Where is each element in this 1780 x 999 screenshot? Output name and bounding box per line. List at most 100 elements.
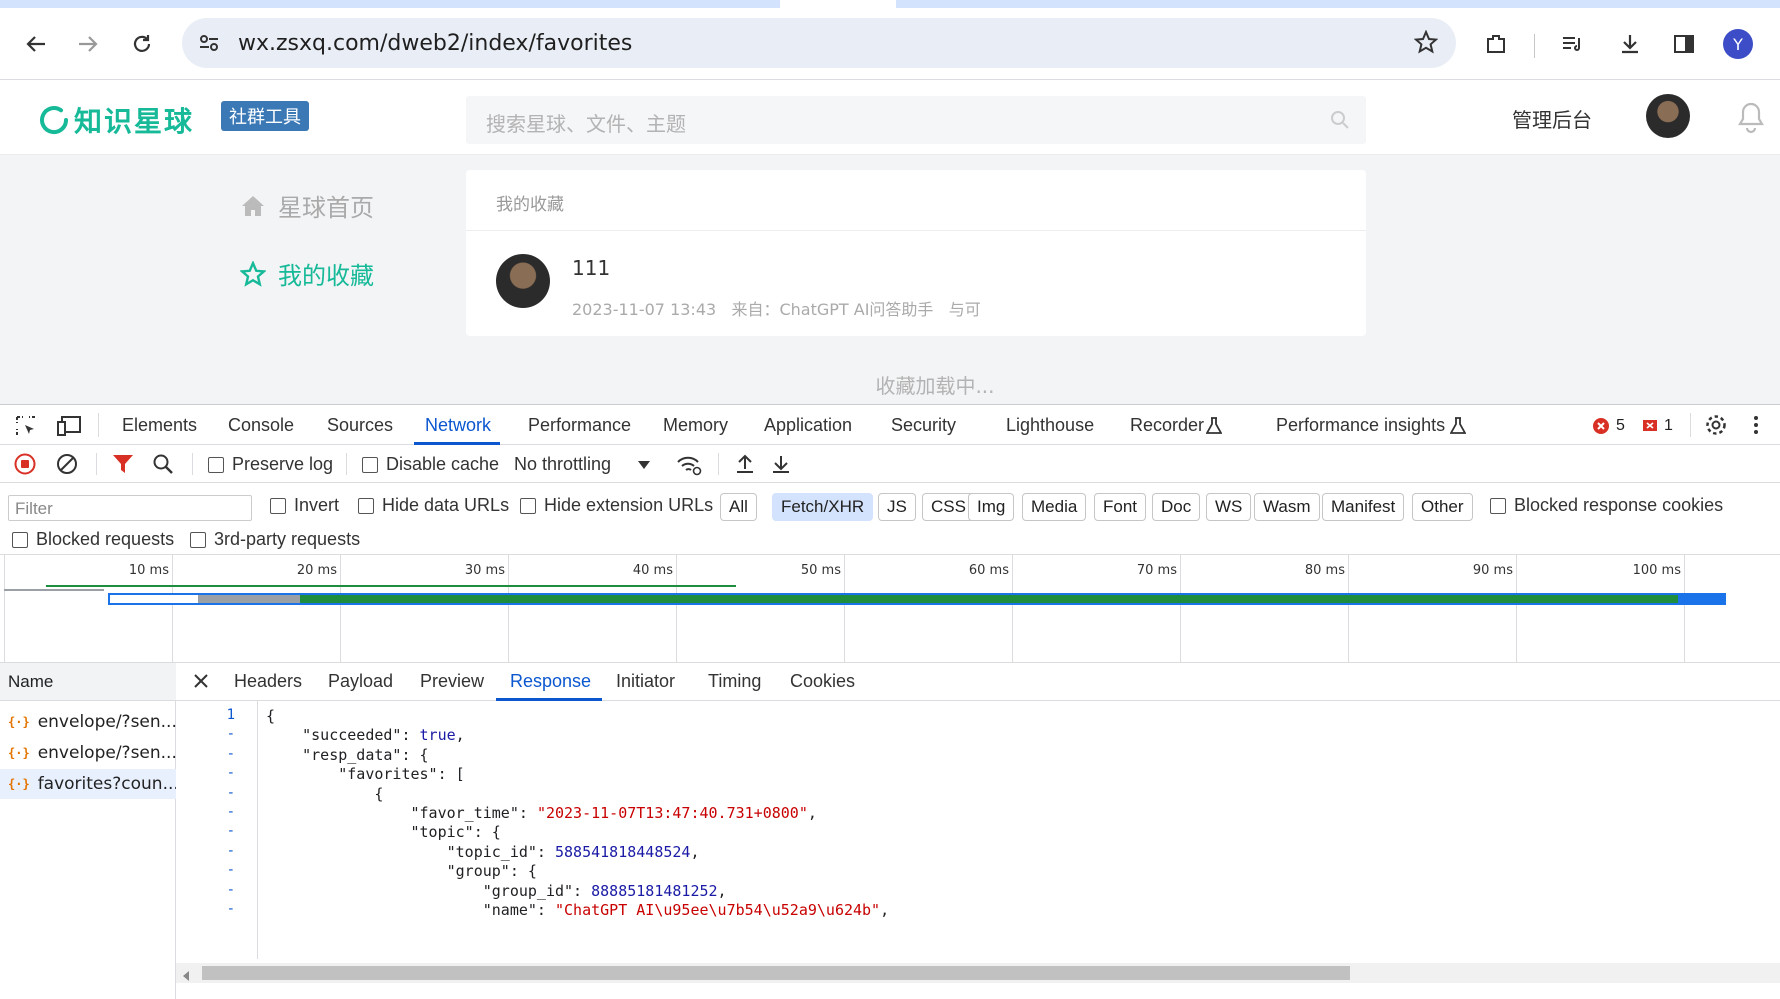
chip-ws[interactable]: WS [1206, 493, 1252, 521]
chip-media[interactable]: Media [1022, 493, 1087, 521]
code-line: "resp_data": { [266, 745, 429, 764]
clear-log-icon[interactable] [56, 453, 78, 480]
network-conditions-icon[interactable] [676, 454, 702, 481]
line-number: - [226, 745, 235, 762]
search-icon[interactable] [152, 453, 174, 480]
filter-input[interactable]: Filter [8, 495, 252, 521]
chip-js[interactable]: JS [878, 493, 916, 521]
tab-security[interactable]: Security [891, 415, 956, 436]
settings-gear-icon[interactable] [1704, 413, 1728, 442]
chip-img[interactable]: Img [968, 493, 1015, 521]
tab-console[interactable]: Console [228, 415, 294, 436]
side-panel-icon[interactable] [1666, 26, 1702, 62]
chip-font[interactable]: Font [1094, 493, 1147, 521]
request-row-selected[interactable]: {·} favorites?coun... [0, 769, 176, 799]
favorite-author[interactable]: 与可 [949, 300, 981, 319]
invert-checkbox[interactable]: Invert [270, 495, 339, 516]
import-har-icon[interactable] [734, 453, 756, 480]
code-line: "group_id": 88885181481252, [266, 881, 727, 900]
more-options-icon[interactable] [1752, 413, 1760, 442]
line-number: - [226, 804, 235, 820]
name-column-header[interactable]: Name [0, 663, 176, 701]
bookmark-star-icon[interactable] [1413, 29, 1439, 58]
address-bar[interactable]: wx.zsxq.com/dweb2/index/favorites [182, 18, 1456, 68]
line-number: - [226, 842, 235, 859]
tab-payload[interactable]: Payload [328, 671, 393, 692]
network-toolbar: Preserve log Disable cache No throttling [0, 445, 1780, 483]
chip-wasm[interactable]: Wasm [1254, 493, 1320, 521]
logo-icon[interactable] [38, 104, 70, 140]
close-icon[interactable] [192, 672, 210, 695]
tab-preview[interactable]: Preview [420, 671, 484, 692]
site-search-input[interactable]: 搜索星球、文件、主题 [466, 96, 1366, 144]
third-party-requests-checkbox[interactable]: 3rd-party requests [190, 529, 360, 550]
tab-performance[interactable]: Performance [528, 415, 631, 436]
back-button[interactable] [16, 24, 56, 64]
user-avatar[interactable] [1646, 94, 1690, 138]
tab-application[interactable]: Application [764, 415, 852, 436]
extensions-icon[interactable] [1478, 26, 1514, 62]
response-body[interactable]: { "succeeded": true, "resp_data": { "fav… [266, 701, 1776, 959]
tab-initiator[interactable]: Initiator [616, 671, 675, 692]
reload-button[interactable] [122, 24, 162, 64]
tab-headers[interactable]: Headers [234, 671, 302, 692]
disable-cache-checkbox[interactable]: Disable cache [362, 454, 499, 475]
devtools-tab-bar: Elements Console Sources Network Perform… [0, 405, 1780, 445]
download-icon[interactable] [1612, 26, 1648, 62]
sidebar-item-favorites[interactable]: 我的收藏 [240, 256, 374, 291]
tab-network[interactable]: Network [425, 415, 491, 436]
blocked-requests-checkbox[interactable]: Blocked requests [12, 529, 174, 550]
author-avatar[interactable] [496, 254, 550, 308]
filter-funnel-icon[interactable] [112, 454, 134, 479]
site-logo[interactable]: 知识星球 [74, 100, 194, 140]
chip-other[interactable]: Other [1412, 493, 1473, 521]
device-toolbar-icon[interactable] [56, 414, 82, 443]
scrollbar-thumb[interactable] [202, 966, 1350, 980]
tab-response[interactable]: Response [510, 671, 591, 692]
request-row[interactable]: {·} envelope/?sen... [0, 738, 176, 768]
timeline-tick: 40 ms [633, 555, 677, 663]
issues-counter[interactable]: 1 [1642, 417, 1673, 435]
sidebar-item-home[interactable]: 星球首页 [240, 188, 374, 223]
error-counter[interactable]: 5 [1592, 417, 1625, 435]
tab-elements[interactable]: Elements [122, 415, 197, 436]
timeline-selection[interactable] [108, 593, 1726, 605]
admin-link[interactable]: 管理后台 [1512, 104, 1592, 133]
tab-recorder[interactable]: Recorder [1130, 415, 1204, 436]
notification-bell-icon[interactable] [1734, 98, 1768, 138]
tab-cookies[interactable]: Cookies [790, 671, 855, 692]
site-info-icon[interactable] [198, 32, 220, 58]
forward-button[interactable] [68, 24, 108, 64]
tab-timing[interactable]: Timing [708, 671, 761, 692]
throttling-select[interactable]: No throttling [514, 454, 651, 475]
horizontal-scrollbar[interactable] [176, 963, 1780, 983]
preserve-log-checkbox[interactable]: Preserve log [208, 454, 333, 475]
tab-memory[interactable]: Memory [663, 415, 728, 436]
favorite-title[interactable]: 111 [572, 256, 610, 280]
back-arrow-icon [26, 36, 45, 52]
xhr-icon: {·} [8, 746, 30, 760]
chip-fetch-xhr[interactable]: Fetch/XHR [772, 493, 874, 521]
record-stop-icon[interactable] [14, 453, 36, 480]
network-timeline-overview[interactable]: 10 ms 20 ms 30 ms 40 ms 50 ms 60 ms 70 m… [0, 555, 1780, 663]
code-line: "group": { [266, 862, 537, 881]
blocked-response-cookies-checkbox[interactable]: Blocked response cookies [1490, 495, 1723, 516]
request-row[interactable]: {·} envelope/?sen... [0, 707, 176, 737]
chip-doc[interactable]: Doc [1152, 493, 1201, 521]
hide-data-urls-checkbox[interactable]: Hide data URLs [358, 495, 509, 516]
profile-avatar[interactable]: Y [1720, 26, 1756, 62]
tab-performance-insights[interactable]: Performance insights [1276, 415, 1445, 436]
timeline-tick: 60 ms [969, 555, 1013, 663]
forward-arrow-icon [79, 36, 98, 52]
tab-lighthouse[interactable]: Lighthouse [1006, 415, 1094, 436]
search-icon[interactable] [1330, 110, 1350, 134]
tab-sources[interactable]: Sources [327, 415, 393, 436]
chip-manifest[interactable]: Manifest [1322, 493, 1405, 521]
chip-all[interactable]: All [720, 493, 757, 521]
export-har-icon[interactable] [770, 453, 792, 480]
url-text[interactable]: wx.zsxq.com/dweb2/index/favorites [238, 31, 632, 56]
inspect-element-icon[interactable] [14, 414, 38, 443]
favorite-source[interactable]: 来自：ChatGPT AI问答助手 [731, 300, 933, 319]
hide-extension-urls-checkbox[interactable]: Hide extension URLs [520, 495, 713, 516]
media-queue-icon[interactable] [1554, 26, 1590, 62]
